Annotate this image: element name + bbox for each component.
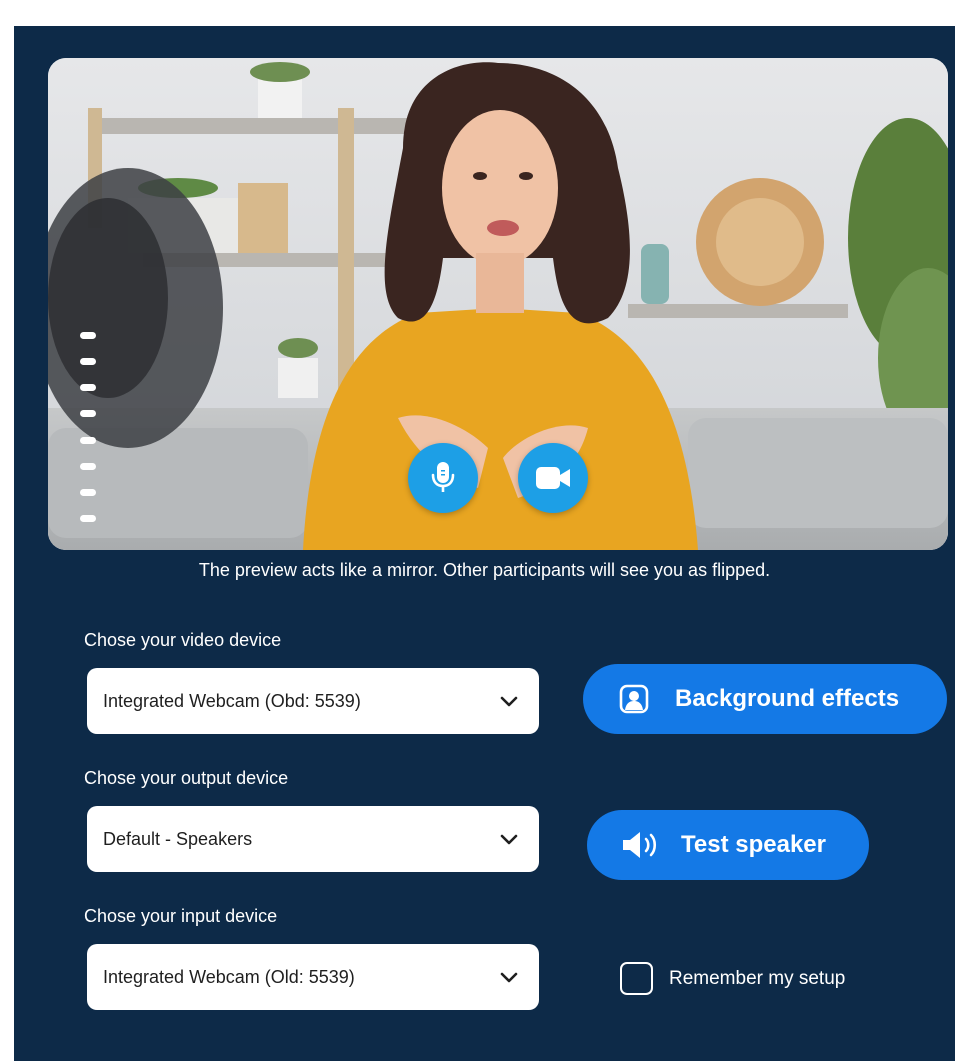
input-device-label: Chose your input device [84, 906, 278, 926]
camera-preview [48, 58, 948, 550]
input-device-value: Integrated Webcam (Old: 5539) [103, 966, 355, 987]
output-device-value: Default - Speakers [103, 828, 253, 849]
background-effects-button[interactable]: Background effects [583, 664, 947, 734]
toggle-camera-button[interactable] [518, 443, 588, 513]
toggle-microphone-button[interactable] [408, 443, 478, 513]
video-device-select[interactable]: Integrated Webcam (Obd: 5539) [87, 668, 539, 734]
video-camera-icon [536, 467, 570, 489]
audio-level-segment [80, 358, 96, 366]
background-person-icon [619, 684, 649, 714]
audio-level-segment [80, 332, 96, 339]
chevron-down-icon [500, 972, 518, 983]
mirror-note: The preview acts like a mirror. Other pa… [198, 560, 771, 580]
output-device-select[interactable]: Default - Speakers [87, 806, 539, 872]
background-effects-label: Background effects [675, 685, 900, 712]
output-device-label: Chose your output device [84, 768, 289, 788]
remember-setup-option[interactable]: Remember my setup [620, 962, 845, 995]
audio-level-segment [80, 436, 96, 444]
audio-level-segment [80, 384, 96, 392]
audio-level-segment [80, 410, 96, 418]
device-setup-panel: The preview acts like a mirror. Other pa… [14, 26, 955, 1061]
audio-level-meter [80, 332, 96, 522]
chevron-down-icon [500, 834, 518, 845]
chevron-down-icon [500, 696, 518, 707]
microphone-icon [431, 462, 455, 492]
video-device-label: Chose your video device [84, 630, 282, 650]
input-device-select[interactable]: Integrated Webcam (Old: 5539) [87, 944, 539, 1010]
test-speaker-button[interactable]: Test speaker [587, 810, 869, 880]
remember-setup-label: Remember my setup [669, 967, 846, 989]
test-speaker-label: Test speaker [681, 831, 826, 858]
audio-level-segment [80, 462, 96, 470]
speaker-icon [623, 832, 657, 858]
remember-setup-checkbox[interactable] [620, 962, 653, 995]
video-device-value: Integrated Webcam (Obd: 5539) [103, 690, 361, 711]
audio-level-segment [80, 514, 96, 522]
audio-level-segment [80, 488, 96, 496]
camera-preview-image [48, 58, 948, 550]
